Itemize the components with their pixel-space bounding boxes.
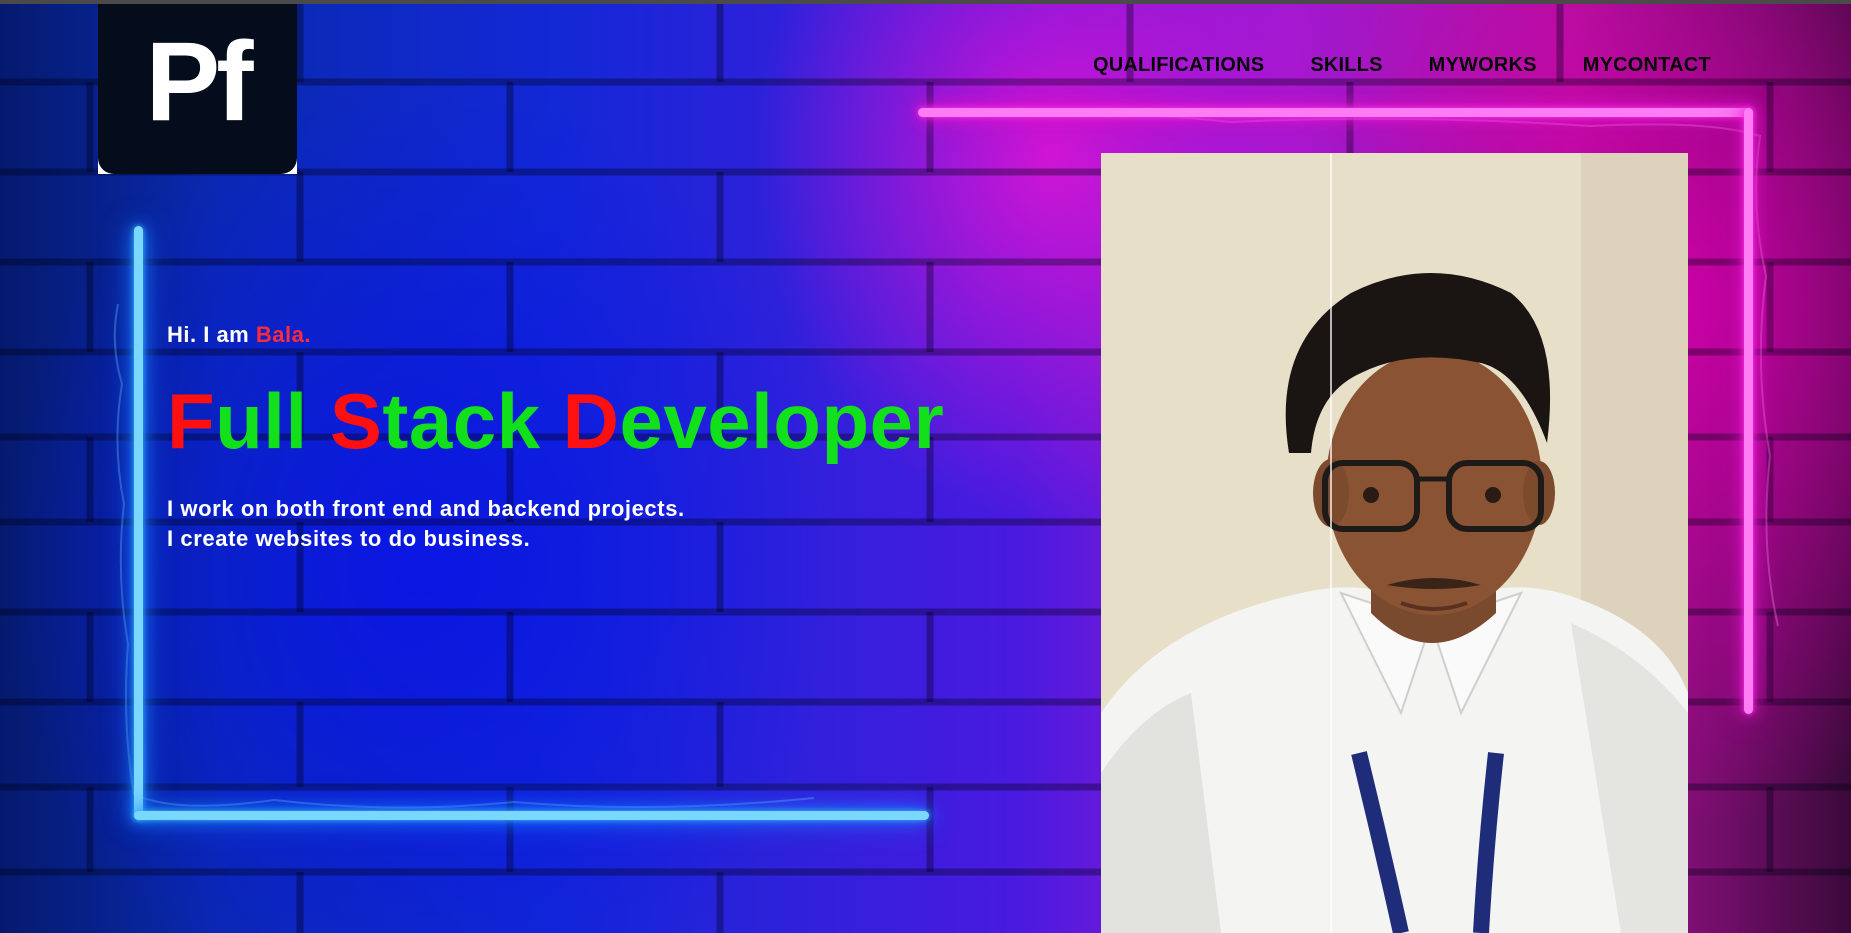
- intro-line: Hi. I am Bala.: [167, 322, 311, 348]
- headline-word3-initial: D: [562, 377, 620, 465]
- neon-frame-right-vertical: [1744, 108, 1753, 714]
- nav-link-mycontact[interactable]: MYCONTACT: [1583, 54, 1711, 77]
- intro-name: Bala.: [255, 322, 311, 347]
- headline-word1-rest: ull: [215, 377, 330, 465]
- neon-frame-left-vertical: [134, 226, 143, 820]
- headline-word2-rest: tack: [382, 377, 563, 465]
- description-line-2: I create websites to do business.: [167, 526, 531, 551]
- description-line-1: I work on both front end and backend pro…: [167, 496, 685, 521]
- headline-word1-initial: F: [167, 377, 216, 465]
- nav-link-myworks[interactable]: MYWORKS: [1429, 54, 1537, 77]
- window-top-border: [0, 0, 1851, 4]
- profile-photo-illustration: [1101, 153, 1688, 933]
- intro-prefix: Hi. I am: [167, 322, 256, 347]
- nav-link-qualifications[interactable]: QUALIFICATIONS: [1093, 54, 1264, 77]
- neon-frame-bottom-horizontal: [134, 811, 929, 820]
- neon-frame-top-horizontal: [918, 108, 1753, 117]
- hero-description: I work on both front end and backend pro…: [167, 494, 685, 554]
- hero-headline: Full Stack Developer: [167, 382, 944, 460]
- brand-logo[interactable]: Pf: [98, 4, 297, 174]
- nav-link-skills[interactable]: SKILLS: [1310, 54, 1382, 77]
- profile-photo: [1101, 153, 1688, 933]
- logo-text: Pf: [98, 4, 297, 174]
- headline-word2-initial: S: [329, 377, 383, 465]
- main-nav: QUALIFICATIONS SKILLS MYWORKS MYCONTACT: [1093, 54, 1757, 77]
- headline-word3-rest: eveloper: [619, 377, 945, 465]
